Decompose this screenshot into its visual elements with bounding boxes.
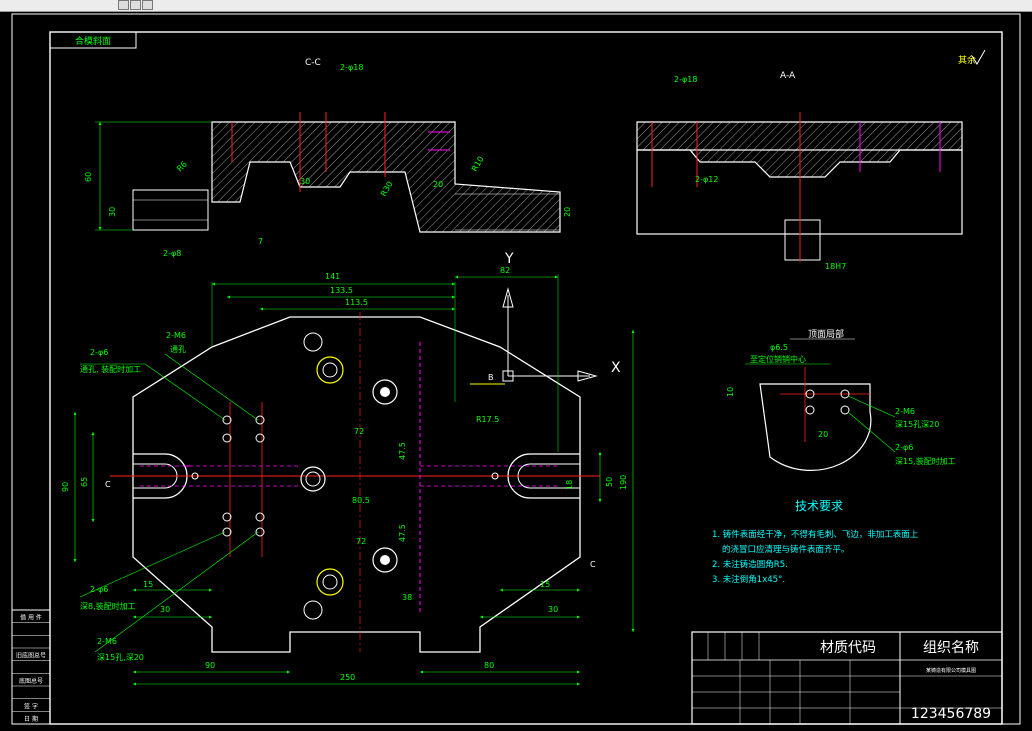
note-through-assembly: 通孔, 装配时加工 xyxy=(80,364,141,374)
detail-locator-center: 至定位销销中心 xyxy=(750,354,806,364)
dim-90: 90 xyxy=(205,661,215,670)
note-2phi6-bottom: 2-φ6 xyxy=(90,585,108,594)
title-box-label: 合模斜面 xyxy=(75,35,111,47)
axis-y-label: Y xyxy=(504,251,514,267)
dim-10: 10 xyxy=(726,387,735,397)
side-table-cell: 日 期 xyxy=(24,715,38,723)
detail-outline xyxy=(759,383,872,471)
roughness-note: 其余 xyxy=(958,54,976,66)
detail-2m6: 2-M6 xyxy=(895,407,915,416)
dim-190: 190 xyxy=(619,475,628,490)
dim-30-cc: 30 xyxy=(300,177,310,186)
note-depth8-assembly: 深8,装配时加工 xyxy=(80,601,136,611)
plan-outline xyxy=(132,316,581,653)
detail-view[interactable]: 顶面局部 φ6.5 至定位销销中心 10 20 2-M6 深15孔深20 2-φ… xyxy=(726,328,956,471)
requirements-heading: 技术要求 xyxy=(795,499,843,513)
dim-47-5-lower: 47.5 xyxy=(398,524,407,542)
dim-7: 7 xyxy=(258,237,263,246)
title-material: 材质代码 xyxy=(820,640,876,656)
dim-90-vertical: 90 xyxy=(61,482,70,492)
dim-133-5: 133.5 xyxy=(330,286,353,295)
view-b-label: B xyxy=(488,373,494,382)
side-table-cell: 借 用 件 xyxy=(20,614,42,622)
dim-2phi8: 2-φ8 xyxy=(163,249,181,258)
dim-20-cc: 20 xyxy=(433,180,443,189)
title-organization: 组织名称 xyxy=(923,640,979,656)
note-through: 通孔 xyxy=(170,344,186,354)
note-r17-5: R17.5 xyxy=(476,415,499,424)
dim-18h7: 18H7 xyxy=(825,262,846,271)
requirement-2: 2. 未注铸造圆角R5. xyxy=(712,559,788,570)
section-aa-label: A-A xyxy=(780,71,796,81)
side-table-cell: 旧底图总号 xyxy=(16,652,46,660)
technical-requirements: 技术要求 1. 铸件表面经干净，不得有毛刺、飞边，非加工表面上 的浇冒口应清理与… xyxy=(712,499,919,585)
detail-depth15-20: 深15孔深20 xyxy=(895,420,939,429)
help-icon[interactable] xyxy=(142,0,153,10)
dim-30-side: 30 xyxy=(108,207,117,217)
requirement-1: 1. 铸件表面经干净，不得有毛刺、飞边，非加工表面上 xyxy=(712,529,919,540)
note-2m6-top: 2-M6 xyxy=(166,331,186,340)
dim-2phi12: 2-φ12 xyxy=(695,175,718,184)
section-c-marker-left: C xyxy=(105,480,111,489)
dim-72-lower: 72 xyxy=(356,537,366,546)
dim-141: 141 xyxy=(325,272,340,281)
dim-72-upper: 72 xyxy=(354,427,364,436)
section-c-marker-right: C xyxy=(590,560,596,569)
detail-2phi6: 2-φ6 xyxy=(895,443,913,452)
requirement-3: 3. 未注倒角1x45°. xyxy=(712,574,785,585)
plan-view[interactable]: Y X B 141 82 133.5 113.5 72 72 47.5 47.5… xyxy=(61,251,635,686)
dim-30-left: 30 xyxy=(160,605,170,614)
requirement-1b: 的浇冒口应清理与铸件表面齐平。 xyxy=(722,544,850,555)
dim-2phi18-cc: 2-φ18 xyxy=(340,63,363,72)
dim-65: 65 xyxy=(80,477,89,487)
dim-18: 18 xyxy=(565,480,574,490)
dim-38: 38 xyxy=(402,593,412,602)
dim-r6: R6 xyxy=(175,160,189,174)
redo-icon[interactable] xyxy=(130,0,141,10)
dim-30-right: 30 xyxy=(548,605,558,614)
title-block: 材质代码 组织名称 某铸造有限公司模具图 123456789 xyxy=(691,631,1003,725)
sheet-border xyxy=(11,13,1021,725)
side-table-cell: 签 字 xyxy=(24,702,38,710)
note-2phi6-top: 2-φ6 xyxy=(90,348,108,357)
dim-15-right: 15 xyxy=(540,580,550,589)
section-cc-boss xyxy=(132,189,209,231)
dim-15-left: 15 xyxy=(143,580,153,589)
title-small-note: 某铸造有限公司模具图 xyxy=(926,667,976,674)
dim-50: 50 xyxy=(605,477,614,487)
dim-82: 82 xyxy=(500,266,510,275)
side-table-cell: 底图总号 xyxy=(19,677,43,685)
note-2m6-bottom: 2-M6 xyxy=(97,637,117,646)
dim-80: 80 xyxy=(484,661,494,670)
axis-x-label: X xyxy=(611,360,621,376)
window-toolbar xyxy=(0,0,1032,12)
detail-depth15-assembly: 深15,装配时加工 xyxy=(895,456,956,466)
note-depth15: 深15孔,深20 xyxy=(97,653,144,662)
dim-60: 60 xyxy=(84,172,93,182)
dim-2phi18-aa: 2-φ18 xyxy=(674,75,697,84)
detail-title: 顶面局部 xyxy=(808,328,844,340)
dim-80-5: 80.5 xyxy=(352,496,370,505)
dim-250: 250 xyxy=(340,673,355,682)
section-aa-key xyxy=(784,219,821,261)
dim-20-detail: 20 xyxy=(818,430,828,439)
title-drawing-number: 123456789 xyxy=(911,706,991,722)
dim-113-5: 113.5 xyxy=(345,298,368,307)
undo-icon[interactable] xyxy=(118,0,129,10)
side-table: 借 用 件旧底图总号底图总号签 字日 期 xyxy=(11,609,51,725)
section-cc-view[interactable]: C-C 60 30 20 2-φ8 7 2-φ18 30 R6 R30 R10 … xyxy=(84,58,572,258)
section-aa-view[interactable]: A-A 2-φ18 2-φ12 18H7 xyxy=(636,71,963,271)
dim-phi6-5: φ6.5 xyxy=(770,343,788,352)
cad-drawing-canvas[interactable]: 合模斜面 其余 C-C 60 30 20 2-φ8 7 2-φ18 30 R6 … xyxy=(0,12,1032,731)
section-cc-label: C-C xyxy=(305,58,321,68)
section-cc-body xyxy=(211,121,561,233)
dim-r30: R30 xyxy=(379,180,395,198)
dim-20: 20 xyxy=(563,207,572,217)
dim-r10: R10 xyxy=(470,155,486,173)
dim-47-5-upper: 47.5 xyxy=(398,442,407,460)
